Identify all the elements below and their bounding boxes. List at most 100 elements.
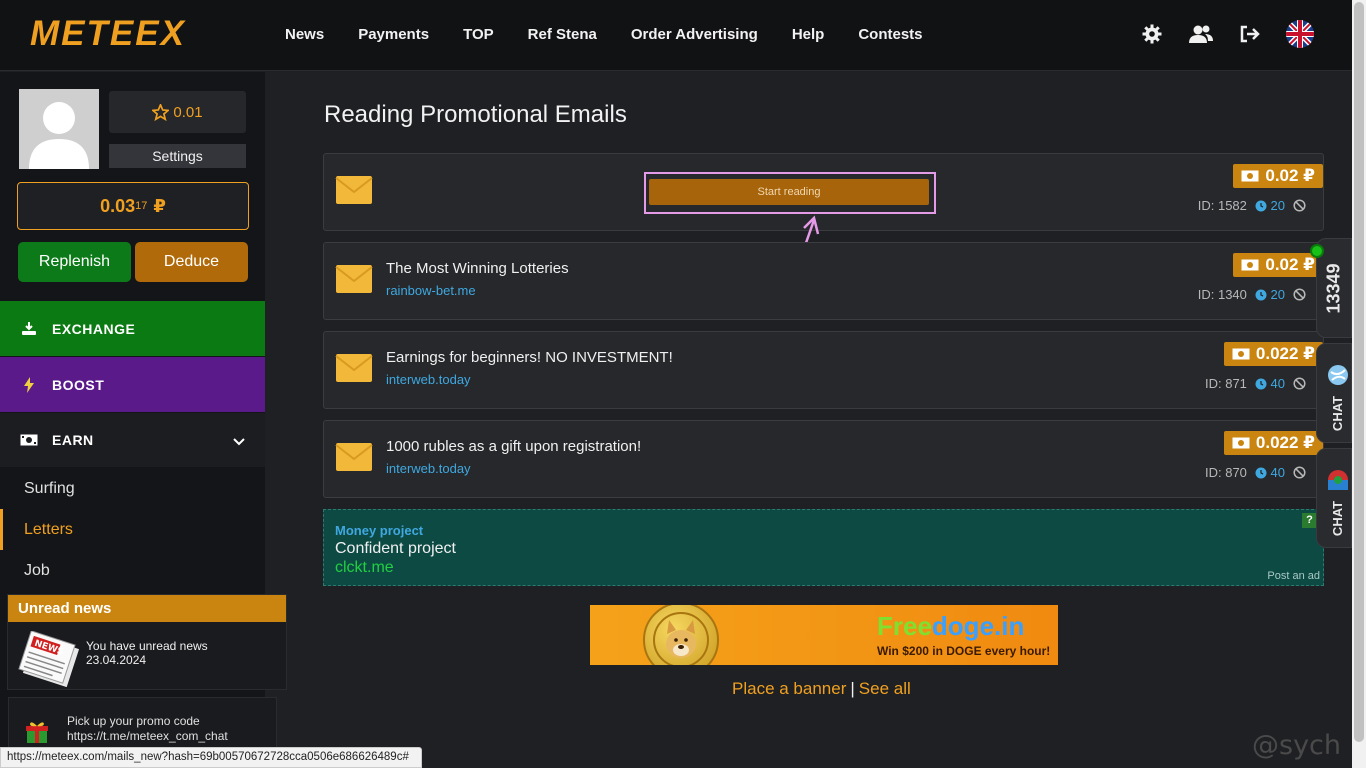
browser-status-url: https://meteex.com/mails_new?hash=69b005…: [0, 747, 422, 768]
ban-icon[interactable]: [1293, 199, 1306, 212]
freedoge-banner[interactable]: Freedoge.in Win $200 in DOGE every hour!: [590, 605, 1058, 665]
nav-ref-stena[interactable]: Ref Stena: [528, 26, 597, 43]
chat-tab-2[interactable]: CHAT: [1316, 448, 1352, 548]
mail-link[interactable]: interweb.today: [386, 461, 471, 476]
ad-label[interactable]: Money project: [335, 523, 423, 538]
star-icon: [152, 103, 170, 121]
post-ad-link[interactable]: Post an ad: [1267, 570, 1320, 582]
mail-card[interactable]: The Most Winning Lotteries rainbow-bet.m…: [323, 242, 1324, 320]
mail-title[interactable]: The Most Winning Lotteries: [386, 260, 569, 277]
reward-price: 0.02 ₽: [1233, 164, 1323, 188]
balance-main: 0.03: [100, 195, 136, 216]
money-icon: [20, 434, 38, 446]
chat-tab-1[interactable]: CHAT: [1316, 343, 1352, 443]
promo-link[interactable]: https://t.me/meteex_com_chat: [67, 729, 228, 744]
main-nav: News Payments TOP Ref Stena Order Advert…: [285, 26, 957, 43]
chevron-down-icon[interactable]: [233, 433, 245, 449]
deduce-button[interactable]: Deduce: [135, 242, 248, 282]
banknote-icon: [1232, 348, 1250, 360]
clock-icon: [1255, 378, 1267, 389]
ban-icon[interactable]: [1293, 377, 1306, 390]
mail-link[interactable]: rainbow-bet.me: [386, 283, 476, 298]
lightning-icon: [20, 376, 38, 393]
logout-icon[interactable]: [1237, 21, 1263, 47]
menu-boost[interactable]: BOOST: [0, 357, 265, 412]
page-title: Reading Promotional Emails: [324, 101, 627, 128]
banknote-icon: [1241, 259, 1259, 271]
unread-news-box[interactable]: Unread news NEWS You have unread news 23…: [7, 594, 287, 690]
submenu-surfing[interactable]: Surfing: [0, 468, 265, 509]
nav-payments[interactable]: Payments: [358, 26, 429, 43]
clock-icon: [1255, 289, 1267, 300]
start-reading-button[interactable]: Start reading: [649, 179, 929, 205]
menu-exchange[interactable]: EXCHANGE: [0, 301, 265, 356]
news-header: Unread news: [8, 595, 286, 622]
watermark: @sych: [1252, 730, 1342, 761]
menu-exchange-label: EXCHANGE: [52, 320, 136, 337]
exchange-icon: [20, 321, 38, 337]
mail-time: 20: [1270, 287, 1285, 302]
envelope-icon: [335, 353, 373, 388]
nav-help[interactable]: Help: [792, 26, 825, 43]
mail-title[interactable]: 1000 rubles as a gift upon registration!: [386, 438, 641, 455]
banner-brand: Freedoge.in: [877, 611, 1024, 642]
replenish-button[interactable]: Replenish: [18, 242, 131, 282]
see-all-link[interactable]: See all: [859, 679, 911, 698]
uk-flag-icon[interactable]: [1286, 20, 1314, 48]
reward-price: 0.022 ₽: [1223, 431, 1323, 455]
users-icon[interactable]: [1188, 21, 1214, 47]
mail-time: 20: [1270, 198, 1285, 213]
news-text: You have unread news 23.04.2024: [86, 639, 208, 667]
nav-news[interactable]: News: [285, 26, 324, 43]
help-icon[interactable]: ?: [1302, 513, 1317, 528]
nav-contests[interactable]: Contests: [858, 26, 922, 43]
envelope-icon: [335, 264, 373, 299]
rating-value: 0.01: [173, 103, 203, 121]
start-reading-highlight: Start reading: [644, 172, 936, 214]
price-value: 0.02 ₽: [1265, 166, 1315, 185]
nav-top[interactable]: TOP: [463, 26, 494, 43]
mail-id: ID: 1582: [1197, 198, 1247, 213]
ad-title[interactable]: Confident project: [335, 540, 456, 558]
gift-icon: [25, 720, 49, 749]
ban-icon[interactable]: [1293, 466, 1306, 479]
news-message: You have unread news: [86, 639, 208, 653]
mail-meta: ID: 1582 20: [1198, 198, 1306, 213]
page-scrollbar[interactable]: [1352, 0, 1366, 768]
balance-small: 17: [135, 200, 148, 212]
ban-icon[interactable]: [1293, 288, 1306, 301]
logo[interactable]: METEEX: [30, 14, 186, 54]
avatar[interactable]: [19, 89, 99, 169]
reward-price: 0.02 ₽: [1233, 253, 1323, 277]
news-date: 23.04.2024: [86, 653, 147, 667]
clock-icon: [1255, 467, 1267, 478]
settings-button[interactable]: Settings: [109, 144, 246, 168]
menu-earn[interactable]: EARN: [0, 413, 265, 467]
price-value: 0.022 ₽: [1255, 433, 1315, 452]
mail-time: 40: [1270, 465, 1285, 480]
nav-order-advertising[interactable]: Order Advertising: [631, 26, 758, 43]
gear-icon[interactable]: [1139, 21, 1165, 47]
mail-link[interactable]: interweb.today: [386, 372, 471, 387]
top-header: METEEX News Payments TOP Ref Stena Order…: [0, 0, 1352, 71]
online-status-dot: [1310, 244, 1324, 258]
ad-link[interactable]: clckt.me: [335, 559, 394, 577]
newspaper-icon: NEWS: [18, 630, 80, 688]
mail-id: ID: 871: [1204, 376, 1247, 391]
mail-card[interactable]: 1000 rubles as a gift upon registration!…: [323, 420, 1324, 498]
mail-title[interactable]: Earnings for beginners! NO INVESTMENT!: [386, 349, 673, 366]
banner-subtitle: Win $200 in DOGE every hour!: [877, 644, 1051, 658]
balance-display: 0.03 17 ₽: [17, 182, 249, 230]
mail-card[interactable]: Earnings for beginners! NO INVESTMENT! i…: [323, 331, 1324, 409]
promo-message: Pick up your promo code: [67, 714, 200, 728]
text-ad-block[interactable]: Money project Confident project clckt.me…: [323, 509, 1324, 586]
mail-meta: ID: 870 40: [1205, 465, 1306, 480]
mail-id: ID: 1340: [1197, 287, 1247, 302]
banknote-icon: [1241, 170, 1259, 182]
clock-icon: [1255, 200, 1267, 211]
submenu-letters[interactable]: Letters: [0, 509, 265, 550]
submenu-job[interactable]: Job: [0, 550, 265, 591]
scrollbar-thumb[interactable]: [1354, 2, 1364, 742]
place-banner-link[interactable]: Place a banner: [732, 679, 846, 698]
mail-meta: ID: 871 40: [1205, 376, 1306, 391]
